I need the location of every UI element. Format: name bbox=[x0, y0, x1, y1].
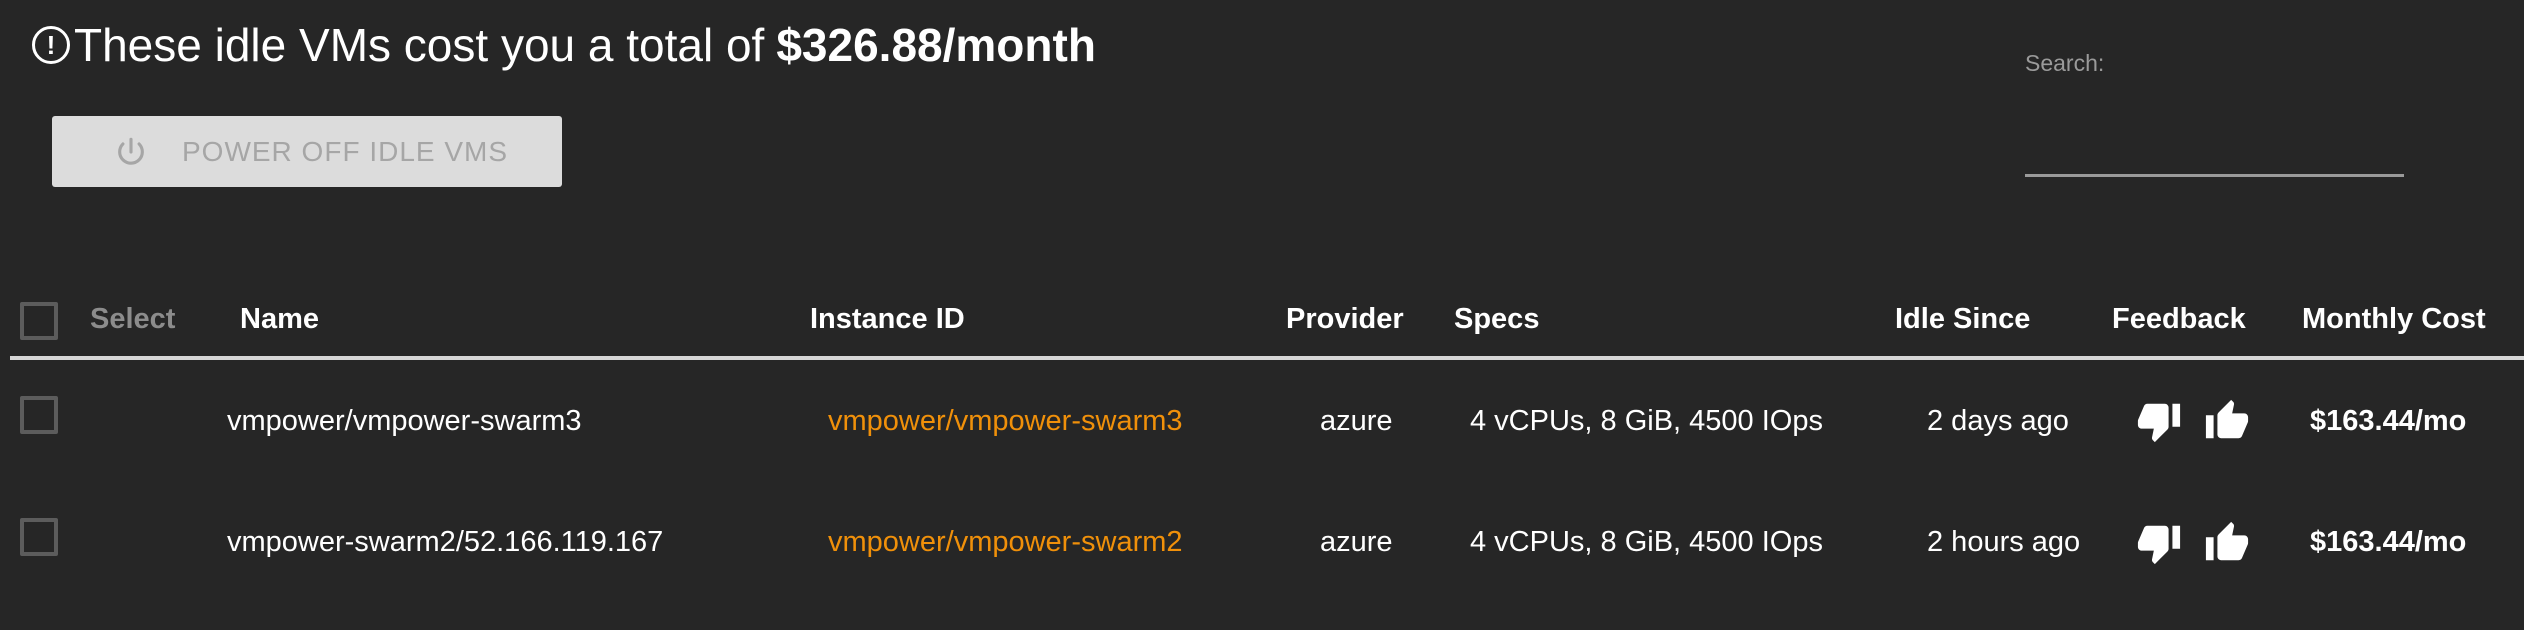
power-icon bbox=[118, 137, 144, 165]
column-header-feedback: Feedback bbox=[2112, 303, 2246, 335]
idle-since: 2 days ago bbox=[1927, 405, 2069, 437]
monthly-cost: $163.44/mo bbox=[2310, 526, 2467, 558]
power-off-label: POWER OFF IDLE VMS bbox=[182, 135, 509, 167]
thumbs-down-icon[interactable] bbox=[2136, 398, 2182, 444]
power-off-idle-vms-button[interactable]: POWER OFF IDLE VMS bbox=[52, 116, 562, 187]
specs: 4 vCPUs, 8 GiB, 4500 IOps bbox=[1470, 526, 1823, 558]
thumbs-up-icon[interactable] bbox=[2204, 520, 2250, 566]
vm-name: vmpower-swarm2/52.166.119.167 bbox=[227, 526, 664, 558]
column-header-idle-since[interactable]: Idle Since bbox=[1895, 303, 2030, 336]
column-header-specs[interactable]: Specs bbox=[1454, 303, 1539, 336]
title-total-cost: $326.88/month bbox=[776, 19, 1096, 71]
header-divider bbox=[10, 356, 2524, 360]
vm-name: vmpower/vmpower-swarm3 bbox=[227, 405, 582, 437]
column-header-provider[interactable]: Provider bbox=[1286, 303, 1404, 336]
column-header-select: Select bbox=[90, 303, 176, 335]
instance-id-link[interactable]: vmpower/vmpower-swarm3 bbox=[828, 405, 1183, 438]
thumbs-down-icon[interactable] bbox=[2136, 520, 2182, 566]
search-label: Search: bbox=[2025, 50, 2105, 76]
instance-id-link[interactable]: vmpower/vmpower-swarm2 bbox=[828, 526, 1183, 559]
column-header-instance-id[interactable]: Instance ID bbox=[810, 303, 965, 336]
select-all-checkbox[interactable] bbox=[20, 302, 58, 340]
idle-since: 2 hours ago bbox=[1927, 526, 2081, 558]
page-title: ! These idle VMs cost you a total of $32… bbox=[32, 18, 1096, 72]
column-header-name[interactable]: Name bbox=[240, 303, 319, 336]
specs: 4 vCPUs, 8 GiB, 4500 IOps bbox=[1470, 405, 1823, 437]
row-checkbox[interactable] bbox=[20, 396, 58, 434]
alert-circle-icon: ! bbox=[32, 26, 70, 64]
title-text: These idle VMs cost you a total of bbox=[74, 19, 765, 71]
thumbs-up-icon[interactable] bbox=[2204, 398, 2250, 444]
provider: azure bbox=[1320, 526, 1393, 558]
monthly-cost: $163.44/mo bbox=[2310, 405, 2467, 437]
search-input[interactable] bbox=[2025, 120, 2404, 177]
row-checkbox[interactable] bbox=[20, 518, 58, 556]
column-header-monthly-cost[interactable]: Monthly Cost bbox=[2302, 303, 2486, 336]
provider: azure bbox=[1320, 405, 1393, 437]
